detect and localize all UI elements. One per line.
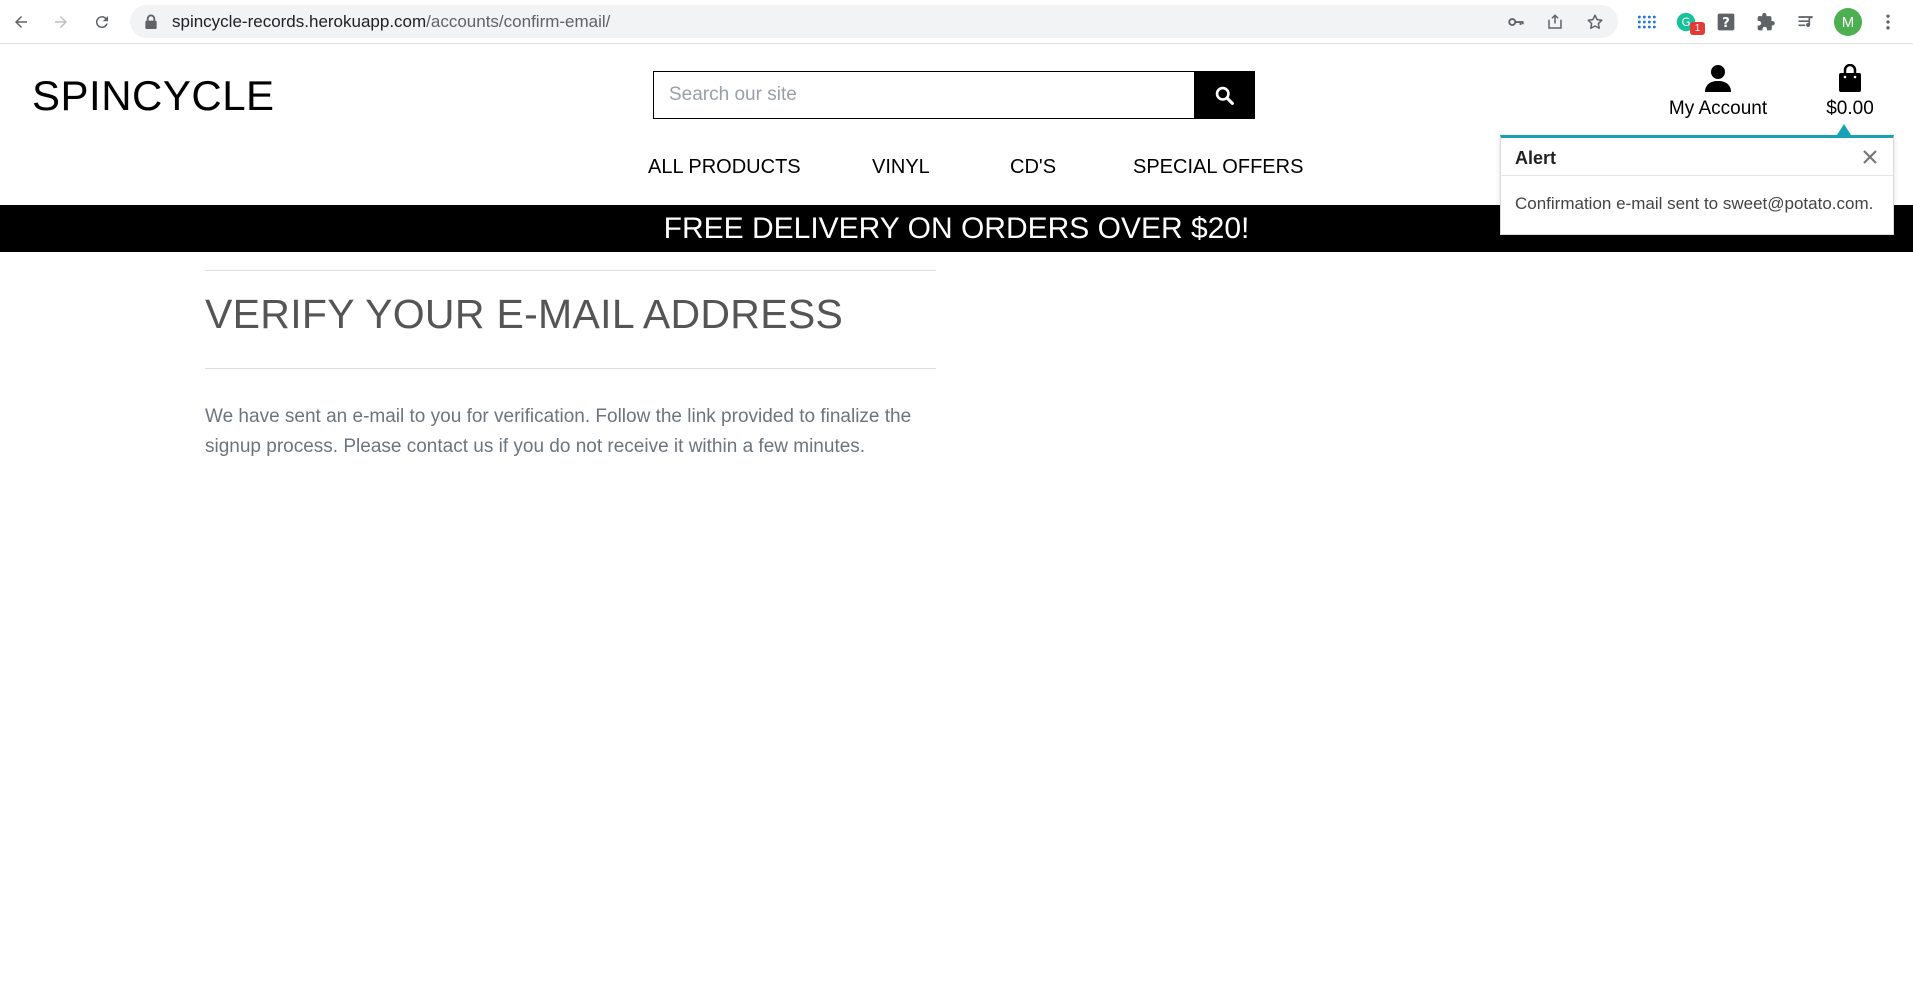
forward-button[interactable] — [47, 8, 75, 36]
media-button[interactable] — [1794, 10, 1818, 34]
nav-special-offers[interactable]: SPECIAL OFFERS — [1133, 156, 1303, 179]
nav-cds[interactable]: CD'S — [1010, 156, 1056, 179]
url-text: spincycle-records.herokuapp.com/accounts… — [172, 12, 610, 32]
address-bar[interactable]: spincycle-records.herokuapp.com/accounts… — [130, 5, 1618, 38]
search-input[interactable] — [653, 71, 1194, 119]
star-icon — [1587, 14, 1603, 29]
search-form — [653, 71, 1255, 119]
back-button[interactable] — [7, 8, 35, 36]
toast-arrow — [1837, 124, 1851, 135]
page-title: VERIFY YOUR E-MAIL ADDRESS — [205, 291, 844, 337]
extensions-button[interactable] — [1754, 10, 1778, 34]
apps-grid-icon — [1637, 15, 1656, 29]
alert-toast: Alert Confirmation e-mail sent to sweet@… — [1500, 135, 1894, 235]
nav-all-products[interactable]: ALL PRODUCTS — [648, 156, 801, 179]
share-button[interactable] — [1545, 12, 1565, 32]
shopping-bag-icon — [1839, 64, 1861, 92]
help-icon: ? — [1717, 13, 1735, 31]
my-account-label: My Account — [1668, 98, 1768, 119]
lock-icon — [145, 14, 157, 29]
my-account-link[interactable]: My Account — [1662, 64, 1774, 120]
toast-header: Alert — [1501, 138, 1893, 176]
nav-vinyl[interactable]: VINYL — [872, 156, 930, 179]
reload-icon — [95, 16, 108, 29]
toast-close-button[interactable] — [1859, 146, 1881, 168]
browser-toolbar: spincycle-records.herokuapp.com/accounts… — [0, 0, 1913, 44]
svg-text:?: ? — [1722, 16, 1730, 31]
key-button[interactable] — [1506, 12, 1526, 32]
search-icon — [1215, 86, 1234, 105]
site-logo[interactable]: SPINCYCLE — [32, 72, 275, 120]
share-icon — [1548, 14, 1562, 29]
menu-icon — [1886, 14, 1890, 30]
close-icon — [1863, 150, 1877, 164]
bookmark-button[interactable] — [1585, 12, 1605, 32]
search-button[interactable] — [1194, 71, 1255, 119]
top-divider — [205, 270, 936, 271]
help-extension[interactable]: ? — [1714, 10, 1738, 34]
title-divider — [205, 368, 936, 369]
forward-icon — [55, 16, 67, 28]
back-icon — [15, 16, 27, 28]
media-icon — [1798, 16, 1813, 28]
key-icon — [1508, 18, 1524, 26]
toast-message: Confirmation e-mail sent to sweet@potato… — [1515, 194, 1874, 213]
apps-button[interactable] — [1634, 10, 1658, 34]
verification-message: We have sent an e-mail to you for verifi… — [205, 406, 912, 457]
toast-title: Alert — [1515, 148, 1557, 168]
reload-button[interactable] — [88, 8, 116, 36]
shopping-bag-link[interactable]: $0.00 — [1818, 64, 1882, 120]
profile-avatar[interactable]: M — [1834, 8, 1862, 36]
puzzle-icon — [1757, 12, 1775, 31]
user-icon — [1705, 65, 1731, 92]
bag-total: $0.00 — [1826, 98, 1874, 119]
url-path: /accounts/confirm-email/ — [426, 12, 611, 31]
url-domain: spincycle-records.herokuapp.com — [172, 12, 427, 31]
browser-menu-button[interactable] — [1876, 10, 1900, 34]
extension-badge: 1 — [1690, 22, 1705, 35]
